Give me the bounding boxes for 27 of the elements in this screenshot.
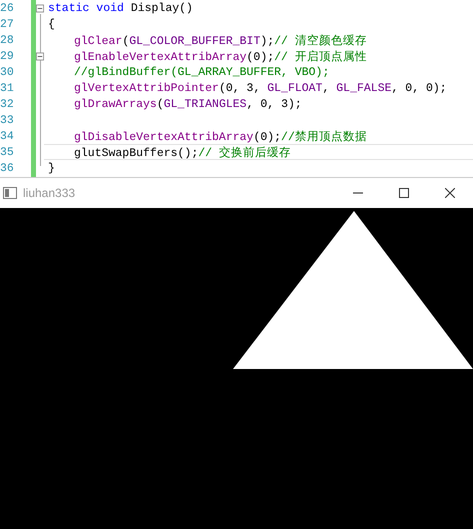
line-number: 31 <box>0 82 15 94</box>
line-number: 30 <box>0 66 15 78</box>
line-number: 32 <box>0 98 15 110</box>
code-line: glVertexAttribPointer(0, 3, GL_FLOAT, GL_FALSE, 0, 0); <box>74 82 447 94</box>
code-line: static void Display() <box>48 2 193 14</box>
code-line: //glBindBuffer(GL_ARRAY_BUFFER, VBO); <box>74 66 330 78</box>
code-line: glEnableVertexAttribArray(0);// 开启顶点属性 <box>74 50 367 64</box>
code-line: glDisableVertexAttribArray(0);//禁用顶点数据 <box>74 130 367 144</box>
line-number: 27 <box>0 18 15 30</box>
line-number: 33 <box>0 114 15 126</box>
line-number: 28 <box>0 34 15 46</box>
code-line: } <box>48 162 55 174</box>
collapse-icon[interactable] <box>36 4 44 12</box>
line-number: 35 <box>0 146 15 158</box>
window-title: liuhan333 <box>23 186 76 200</box>
code-line: { <box>48 18 55 30</box>
close-icon <box>445 188 455 198</box>
code-line: glutSwapBuffers();// 交换前后缓存 <box>74 145 291 160</box>
line-number: 26 <box>0 2 15 14</box>
line-number: 34 <box>0 130 15 142</box>
code-line: glClear(GL_COLOR_BUFFER_BIT);// 清空颜色缓存 <box>74 33 367 48</box>
window-icon <box>3 187 17 199</box>
code-line: glDrawArrays(GL_TRIANGLES, 0, 3); <box>74 98 302 110</box>
maximize-icon <box>399 188 409 198</box>
line-number: 29 <box>0 50 15 62</box>
collapse-icon[interactable] <box>36 52 44 60</box>
line-number: 36 <box>0 162 15 174</box>
